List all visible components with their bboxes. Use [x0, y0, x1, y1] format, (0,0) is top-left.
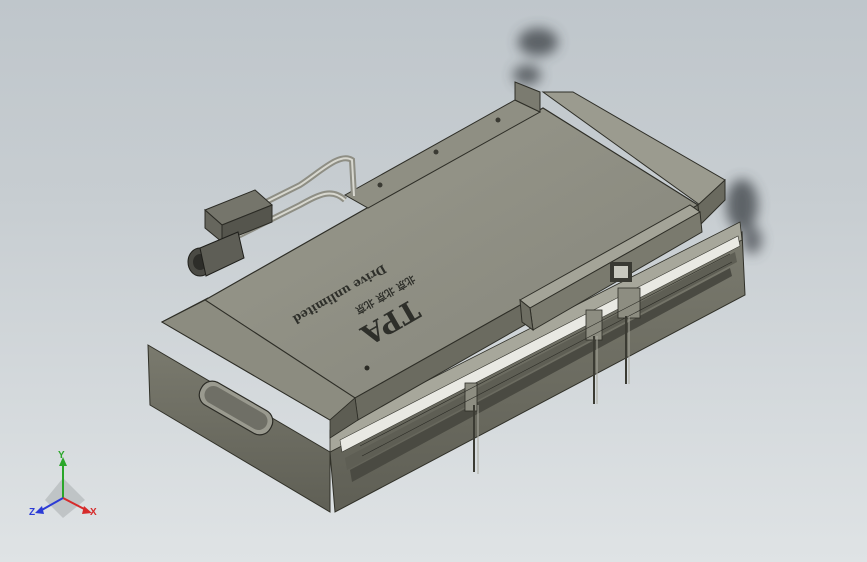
z-axis-label: Z — [29, 507, 35, 518]
round-connector[interactable] — [187, 231, 245, 277]
orientation-triad[interactable]: Y X Z — [29, 450, 97, 518]
y-axis-label: Y — [58, 450, 65, 461]
model-canvas[interactable]: Drive unlimited TPA 北京 北京 北京 Y X Z — [0, 0, 867, 562]
cad-viewport[interactable]: Drive unlimited TPA 北京 北京 北京 Y X Z — [0, 0, 867, 562]
screw-hole — [364, 365, 370, 371]
x-axis-label: X — [90, 507, 97, 518]
